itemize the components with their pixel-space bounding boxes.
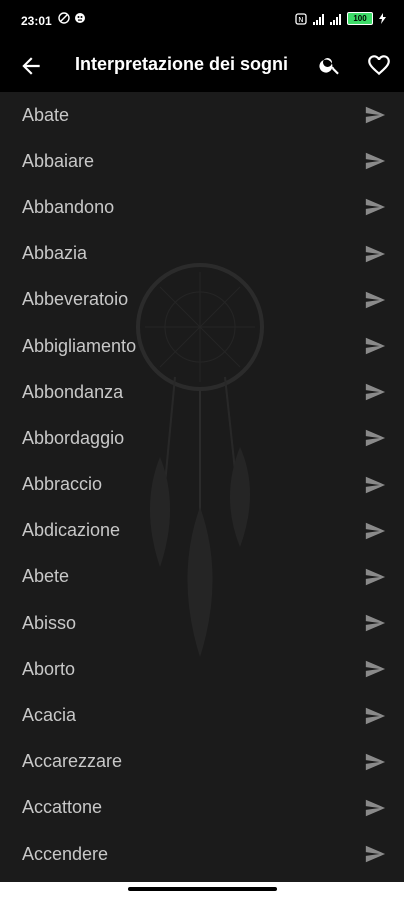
- list-item-label: Acacia: [22, 705, 77, 726]
- send-icon[interactable]: [362, 612, 388, 634]
- list-item-label: Abbigliamento: [22, 335, 137, 356]
- send-icon[interactable]: [362, 381, 388, 403]
- send-icon[interactable]: [362, 335, 388, 357]
- arrow-left-icon[interactable]: [18, 53, 44, 79]
- status-bar: 23:01 N 100: [0, 0, 404, 40]
- dream-word-list: Abate Abbaiare Abbandono Abbazia Abbever…: [0, 92, 404, 882]
- list-item-label: Abate: [22, 104, 70, 125]
- signal-2-icon: [330, 13, 341, 25]
- list-item[interactable]: Abbraccio: [0, 462, 404, 508]
- app-notification-icon: [75, 13, 85, 23]
- page-title: Interpretazione dei sogni: [75, 54, 289, 74]
- list-item[interactable]: Accattone: [0, 785, 404, 831]
- list-item[interactable]: Accarezzare: [0, 739, 404, 785]
- list-item-label: Abete: [22, 566, 70, 587]
- send-icon[interactable]: [362, 797, 388, 819]
- signal-1-icon: [313, 13, 324, 25]
- send-icon[interactable]: [362, 658, 388, 680]
- charging-icon: [379, 13, 386, 24]
- status-left-icons: [58, 12, 86, 24]
- list-item-label: Accarezzare: [22, 751, 123, 772]
- send-icon[interactable]: [362, 751, 388, 773]
- list-item[interactable]: Abbazia: [0, 231, 404, 277]
- list-item[interactable]: Abate: [0, 92, 404, 138]
- send-icon[interactable]: [362, 705, 388, 727]
- nfc-icon: N: [295, 12, 307, 25]
- list-item[interactable]: Abbigliamento: [0, 323, 404, 369]
- list-item-label: Abbeveratoio: [22, 289, 129, 310]
- search-icon[interactable]: [318, 53, 342, 77]
- status-time: 23:01: [21, 14, 52, 28]
- send-icon[interactable]: [362, 566, 388, 588]
- list-item-label: Accattone: [22, 797, 103, 818]
- send-icon[interactable]: [362, 196, 388, 218]
- navigation-bar: [0, 882, 404, 900]
- list-item[interactable]: Aborto: [0, 646, 404, 692]
- send-icon[interactable]: [362, 474, 388, 496]
- send-icon[interactable]: [362, 243, 388, 265]
- list-item[interactable]: Accendere: [0, 831, 404, 877]
- list-item[interactable]: Abbordaggio: [0, 415, 404, 461]
- list-item[interactable]: Acacia: [0, 692, 404, 738]
- list-item[interactable]: Abbondanza: [0, 369, 404, 415]
- send-icon[interactable]: [362, 520, 388, 542]
- battery-icon: 100: [347, 12, 373, 25]
- list-item-label: Accendere: [22, 843, 109, 864]
- send-icon[interactable]: [362, 104, 388, 126]
- list-item[interactable]: Abbeveratoio: [0, 277, 404, 323]
- list-item[interactable]: Abisso: [0, 600, 404, 646]
- send-icon[interactable]: [362, 150, 388, 172]
- svg-text:N: N: [298, 16, 303, 24]
- send-icon[interactable]: [362, 843, 388, 865]
- list-item-label: Abbazia: [22, 243, 88, 264]
- list-item[interactable]: Abdicazione: [0, 508, 404, 554]
- list-item[interactable]: Abbandono: [0, 184, 404, 230]
- list-item[interactable]: Abbaiare: [0, 138, 404, 184]
- status-right-icons: N 100: [295, 12, 386, 25]
- list-item-label: Abbraccio: [22, 474, 103, 495]
- heart-icon[interactable]: [366, 52, 392, 78]
- send-icon[interactable]: [362, 427, 388, 449]
- list-item-label: Abisso: [22, 612, 77, 633]
- home-indicator[interactable]: [128, 887, 277, 891]
- list-item-label: Abbondanza: [22, 381, 124, 402]
- list-item-label: Abbaiare: [22, 150, 95, 171]
- send-icon[interactable]: [362, 289, 388, 311]
- list-item-label: Aborto: [22, 658, 76, 679]
- do-not-disturb-icon: [58, 12, 70, 24]
- list-item-label: Abdicazione: [22, 520, 121, 541]
- list-item-label: Abbordaggio: [22, 427, 125, 448]
- list-item-label: Abbandono: [22, 196, 115, 217]
- app-toolbar: Interpretazione dei sogni: [0, 40, 404, 92]
- list-item[interactable]: Abete: [0, 554, 404, 600]
